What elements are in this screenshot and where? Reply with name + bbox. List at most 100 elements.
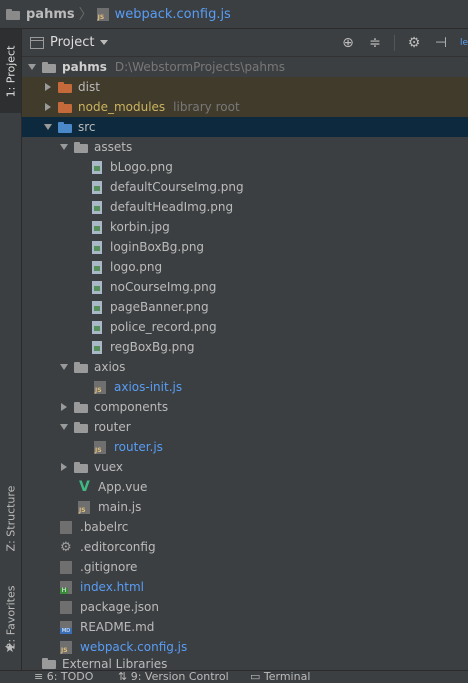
tree-node-file[interactable]: .babelrc: [22, 517, 468, 537]
folder-icon: [58, 101, 72, 114]
tree-node-file[interactable]: App.vue: [22, 477, 468, 497]
tree-node-file[interactable]: loginBoxBg.png: [22, 237, 468, 257]
tree-node-file[interactable]: bLogo.png: [22, 157, 468, 177]
bottom-tool-bar: ≡ 6: TODO ⇅ 9: Version Control ▭ Termina…: [0, 670, 468, 683]
collapse-arrow-icon[interactable]: [58, 401, 70, 413]
tree-node-file[interactable]: axios-init.js: [22, 377, 468, 397]
tree-node-file[interactable]: main.js: [22, 497, 468, 517]
tab-project-label: 1: Project: [4, 45, 17, 97]
node-label: router.js: [114, 440, 163, 454]
locate-icon[interactable]: ⊕: [340, 35, 356, 51]
tree-node-pahms[interactable]: pahms D:\WebstormProjects\pahms: [22, 57, 468, 77]
tree-node-router[interactable]: router: [22, 417, 468, 437]
collapse-all-icon[interactable]: ≑: [367, 35, 383, 51]
tree-node-file[interactable]: regBoxBg.png: [22, 337, 468, 357]
tree-node-file[interactable]: defaultHeadImg.png: [22, 197, 468, 217]
star-icon: ★: [4, 641, 16, 656]
tab-terminal-label: Terminal: [263, 670, 311, 683]
expand-arrow-icon[interactable]: [58, 141, 70, 153]
image-file-icon: [90, 200, 104, 214]
truncated-label: le: [460, 37, 468, 48]
terminal-icon: ▭: [250, 670, 264, 683]
tab-terminal[interactable]: ▭ Terminal: [250, 670, 310, 683]
tab-structure-label: Z: Structure: [4, 485, 18, 551]
hide-icon[interactable]: ⊣: [433, 35, 449, 51]
gear-icon[interactable]: ⚙: [406, 35, 422, 51]
node-label: axios: [94, 360, 126, 374]
tab-todo-label: 6: TODO: [46, 670, 94, 683]
tab-vcs-label: 9: Version Control: [130, 670, 229, 683]
tree-node-file[interactable]: webpack.config.js: [22, 637, 468, 657]
view-selector-label: Project: [50, 35, 95, 50]
image-file-icon: [90, 180, 104, 194]
toolbar-divider: [394, 34, 395, 51]
gear-icon: ⚙: [60, 539, 72, 555]
node-label: index.html: [80, 580, 144, 594]
config-file-icon: [60, 560, 74, 574]
expand-arrow-icon[interactable]: [58, 421, 70, 433]
tree-node-external-libraries[interactable]: External Libraries: [22, 657, 468, 670]
image-file-icon: [90, 160, 104, 174]
expand-arrow-icon[interactable]: [42, 121, 54, 133]
image-file-icon: [90, 240, 104, 254]
tree-node-vuex[interactable]: vuex: [22, 457, 468, 477]
tree-node-file[interactable]: korbin.jpg: [22, 217, 468, 237]
tree-node-src[interactable]: src: [22, 117, 468, 137]
js-file-icon: [94, 440, 108, 454]
node-path: D:\WebstormProjects\pahms: [114, 60, 285, 74]
project-panel: Project ⊕ ≑ ⚙ ⊣ le pahms D:\WebstormProj…: [22, 29, 468, 670]
tree-node-axios[interactable]: axios: [22, 357, 468, 377]
node-label: main.js: [98, 500, 142, 514]
tree-node-file[interactable]: .gitignore: [22, 557, 468, 577]
folder-icon: [74, 421, 88, 434]
tree-node-dist[interactable]: dist: [22, 77, 468, 97]
tree-node-file[interactable]: README.md: [22, 617, 468, 637]
tree-node-file[interactable]: noCourseImg.png: [22, 277, 468, 297]
tab-todo[interactable]: ≡ 6: TODO: [34, 670, 93, 683]
image-file-icon: [90, 320, 104, 334]
vcs-icon: ⇅: [118, 670, 131, 683]
left-tool-strip: 1: Project Z: Structure 2: Favorites ★: [0, 29, 22, 670]
collapse-arrow-icon[interactable]: [42, 81, 54, 93]
js-file-icon: [94, 380, 108, 394]
tree-node-file[interactable]: ⚙ .editorconfig: [22, 537, 468, 557]
todo-icon: ≡: [34, 670, 47, 683]
navigation-bar: pahms 〉 webpack.config.js: [0, 0, 468, 29]
project-toolbar: Project ⊕ ≑ ⚙ ⊣ le: [22, 29, 468, 57]
node-label: App.vue: [98, 480, 148, 494]
collapse-arrow-icon[interactable]: [58, 461, 70, 473]
folder-icon: [74, 361, 88, 374]
tab-project[interactable]: 1: Project: [0, 29, 21, 113]
breadcrumb-file[interactable]: webpack.config.js: [96, 0, 231, 28]
expand-arrow-icon[interactable]: [26, 61, 38, 73]
tree-node-assets[interactable]: assets: [22, 137, 468, 157]
breadcrumb-project-label: pahms: [26, 6, 75, 22]
breadcrumb-project[interactable]: pahms: [0, 0, 75, 28]
image-file-icon: [90, 220, 104, 234]
folder-icon: [74, 141, 88, 154]
tree-node-file[interactable]: defaultCourseImg.png: [22, 177, 468, 197]
tree-node-file[interactable]: router.js: [22, 437, 468, 457]
tree-node-file[interactable]: index.html: [22, 577, 468, 597]
expand-arrow-icon[interactable]: [58, 361, 70, 373]
tree-node-file[interactable]: package.json: [22, 597, 468, 617]
tab-structure[interactable]: Z: Structure: [0, 475, 21, 561]
node-label: korbin.jpg: [110, 220, 170, 234]
tree-node-components[interactable]: components: [22, 397, 468, 417]
source-folder-icon: [58, 121, 72, 134]
node-label: README.md: [80, 620, 155, 634]
library-icon: [42, 657, 56, 670]
tree-node-file[interactable]: police_record.png: [22, 317, 468, 337]
folder-icon: [6, 8, 20, 20]
collapse-arrow-icon[interactable]: [42, 101, 54, 113]
tree-node-node-modules[interactable]: node_modules library root: [22, 97, 468, 117]
tree-node-file[interactable]: logo.png: [22, 257, 468, 277]
node-label: defaultHeadImg.png: [110, 200, 234, 214]
node-label: .gitignore: [80, 560, 138, 574]
html-file-icon: [60, 580, 74, 594]
tab-version-control[interactable]: ⇅ 9: Version Control: [118, 670, 229, 683]
tree-node-file[interactable]: pageBanner.png: [22, 297, 468, 317]
view-selector[interactable]: Project: [30, 35, 109, 50]
image-file-icon: [90, 300, 104, 314]
node-label: src: [78, 120, 96, 134]
